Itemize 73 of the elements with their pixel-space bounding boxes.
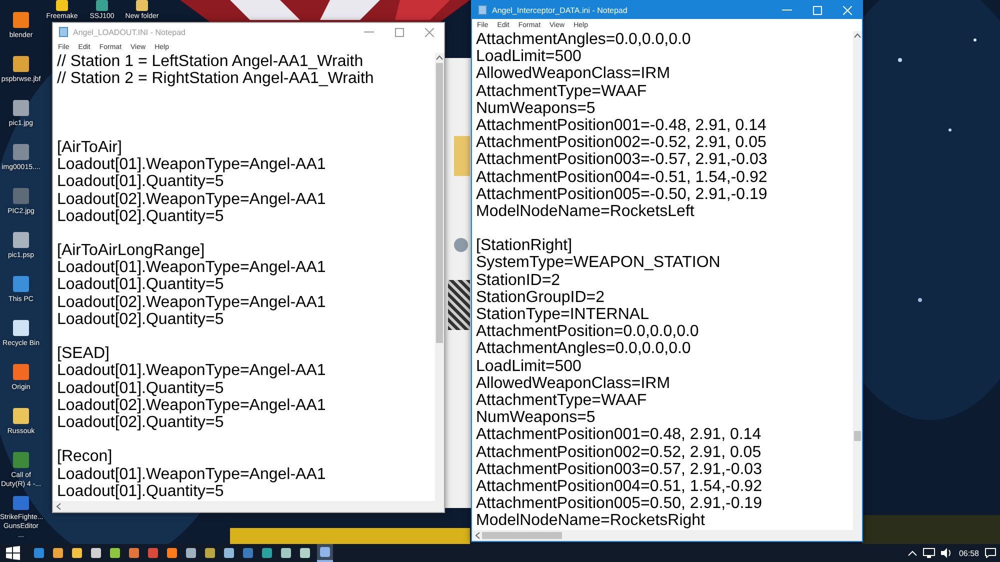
notepad-icon [59, 27, 68, 37]
text-line: AttachmentType=WAAF [476, 82, 648, 100]
network-icon[interactable] [922, 548, 935, 558]
text-line: AttachmentPosition004=-0.51, 1.54,-0.92 [476, 168, 768, 186]
clock[interactable]: 06:58 [958, 548, 979, 558]
window-title: Angel_Interceptor_DATA.ini - Notepad [492, 6, 628, 14]
text-line: Loadout[02].Quantity=5 [57, 414, 225, 432]
text-line: StationType=INTERNAL [476, 306, 650, 324]
folder-icon [454, 136, 470, 176]
vertical-scrollbar[interactable] [853, 31, 862, 530]
text-line: AllowedWeaponClass=IRM [476, 374, 672, 392]
vertical-scrollbar[interactable] [435, 53, 444, 501]
text-line: AttachmentPosition003=0.57, 2.91,-0.03 [476, 460, 763, 478]
notification-icon[interactable] [985, 548, 996, 558]
volume-icon[interactable] [940, 548, 953, 558]
text-line: Loadout[01].WeaponType=Angel-AA1 [57, 362, 327, 380]
maximize-icon [394, 28, 404, 36]
text-line: AttachmentPosition004=0.51, 1.54,-0.92 [476, 478, 763, 496]
text-line: AttachmentAngles=0.0,0.0,0.0 [476, 340, 692, 358]
text-line: [Recon] [57, 448, 114, 466]
text-line: Loadout[01].Quantity=5 [57, 276, 225, 294]
text-line: Loadout[02].WeaponType=Angel-AA1 [57, 190, 327, 208]
text-line: [SEAD] [57, 345, 110, 362]
scroll-thumb[interactable] [482, 532, 562, 539]
text-line: Loadout[01].WeaponType=Angel-AA1 [57, 259, 327, 276]
chevron-up-icon[interactable] [908, 550, 917, 556]
text-line: Loadout[01].WeaponType=Angel-AA1 [57, 156, 327, 174]
text-line: Loadout[01].WeaponType=Angel-AA1 [57, 466, 327, 483]
text-line: NumWeapons=5 [476, 100, 596, 117]
text-line: Loadout[02].WeaponType=Angel-AA1 [57, 396, 327, 414]
text-line: SystemType=WEAPON_STATION [476, 254, 722, 272]
scroll-thumb[interactable] [436, 63, 443, 343]
window-title: Angel_LOADOUT.INI - Notepad [73, 28, 186, 36]
maximize-icon [812, 6, 822, 14]
text-line: AttachmentPosition005=0.50, 2.91,-0.19 [476, 495, 763, 512]
text-line: NumWeapons=5 [476, 409, 596, 426]
text-line: Loadout[01].Quantity=5 [57, 380, 225, 397]
text-line: AttachmentPosition001=0.48, 2.91, 0.14 [476, 426, 762, 444]
text-line: AttachmentAngles=0.0,0.0,0.0 [476, 31, 692, 48]
close-icon [424, 28, 434, 36]
text-line: AttachmentPosition002=0.52, 2.91, 0.05 [476, 444, 762, 461]
text-line: LoadLimit=500 [476, 358, 582, 375]
notepad-icon [478, 5, 487, 15]
text-line: ModelNodeName=RocketsRight [476, 512, 706, 530]
text-line: AttachmentPosition=0.0,0.0,0.0 [476, 323, 700, 340]
text-line: LoadLimit=500 [476, 48, 582, 66]
text-line: AttachmentPosition001=-0.48, 2.91, 0.14 [476, 116, 768, 134]
close-icon [842, 6, 852, 14]
text-line: Loadout[02].Quantity=5 [57, 310, 225, 328]
text-line: ModelNodeName=RocketsLeft [476, 202, 696, 220]
text-line: AttachmentPosition002=-0.52, 2.91, 0.05 [476, 134, 768, 152]
text-line: Loadout[01].Quantity=5 [57, 173, 225, 191]
text-line: AttachmentPosition003=-0.57, 2.91,-0.03 [476, 151, 768, 168]
text-line: Loadout[02].WeaponType=Angel-AA1 [57, 294, 327, 311]
text-line: StationGroupID=2 [476, 288, 606, 306]
text-line: [StationRight] [476, 237, 574, 254]
minimize-icon [782, 9, 792, 11]
scroll-thumb[interactable] [854, 431, 861, 441]
text-line: StationID=2 [476, 272, 562, 289]
text-line: [AirToAirLongRange] [57, 242, 206, 260]
horizontal-scrollbar[interactable] [472, 530, 862, 541]
text-line: AllowedWeaponClass=IRM [476, 65, 672, 83]
text-line: Loadout[01].Quantity=5 [57, 482, 225, 500]
minimize-icon [364, 31, 374, 33]
horizontal-scrollbar[interactable] [53, 501, 444, 512]
thumbnail-icon [448, 280, 470, 330]
text-line: // Station 1 = LeftStation Angel-AA1_Wraith [57, 53, 364, 70]
windows-logo-icon[interactable] [6, 546, 20, 560]
text-line: AttachmentPosition005=-0.50, 2.91,-0.19 [476, 186, 768, 203]
text-line: AttachmentType=WAAF [476, 392, 648, 410]
text-line: // Station 2 = RightStation Angel-AA1_Wraith [57, 70, 375, 88]
text-line: [AirToAir] [57, 138, 123, 156]
text-line: Loadout[02].Quantity=5 [57, 208, 225, 225]
